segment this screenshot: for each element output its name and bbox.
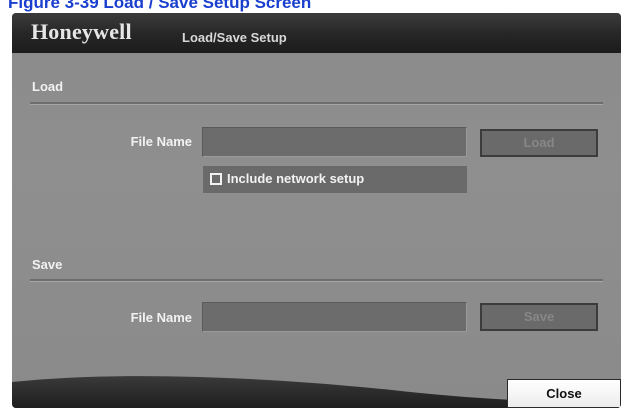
include-network-setup-row[interactable]: Include network setup [203,166,467,193]
figure-caption: Figure 3-39 Load / Save Setup Screen [8,0,312,12]
save-button[interactable]: Save [480,303,598,331]
load-button[interactable]: Load [480,129,598,157]
save-divider [30,279,603,282]
load-section-label: Load [32,79,64,94]
load-file-name-label: File Name [130,134,192,149]
save-file-name-label: File Name [130,310,192,325]
window-title: Load/Save Setup [182,30,287,45]
brand-logo: Honeywell [31,19,132,44]
save-file-name-field[interactable] [202,302,467,332]
load-divider [30,102,603,105]
save-section-label: Save [32,257,63,272]
close-button[interactable]: Close [507,379,621,408]
load-file-name-field[interactable] [202,127,467,157]
load-save-setup-window: Honeywell Load/Save Setup Load File Name… [12,13,621,408]
title-bar: Honeywell Load/Save Setup [12,13,621,53]
include-network-setup-label: Include network setup [227,171,365,186]
include-network-setup-checkbox[interactable] [210,173,222,185]
